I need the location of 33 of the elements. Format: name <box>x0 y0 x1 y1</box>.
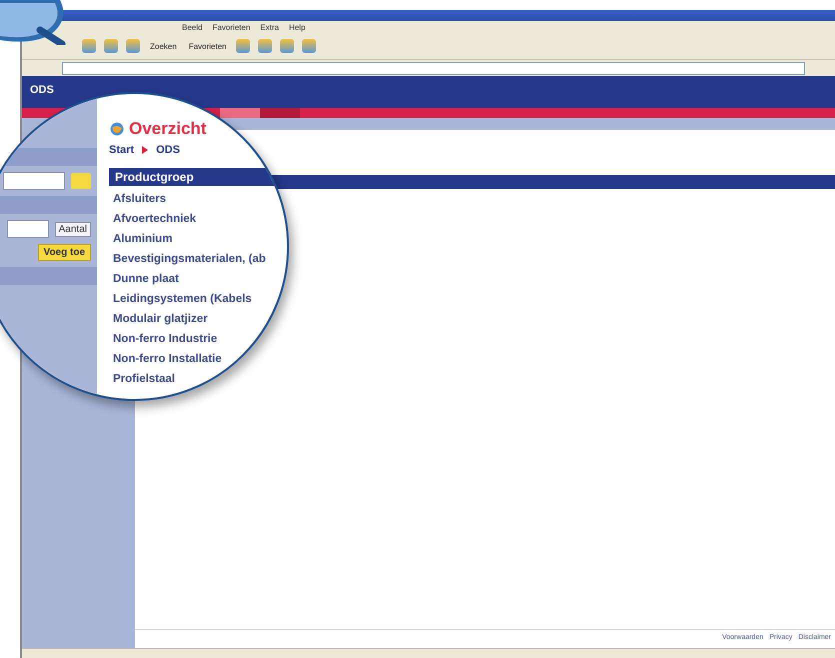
menu-item[interactable]: Favorieten <box>212 22 250 32</box>
toolbar-icon[interactable] <box>302 39 316 53</box>
menu-item[interactable]: Extra <box>260 22 279 32</box>
add-button[interactable]: Voeg toe <box>38 244 91 261</box>
search-field[interactable] <box>3 172 65 190</box>
quantity-field[interactable]: Aantal <box>54 222 91 236</box>
product-group-link[interactable]: Dunne plaat <box>109 269 287 289</box>
product-group-link[interactable]: Afsluiters <box>109 189 287 209</box>
page-title: Overzicht <box>129 119 206 139</box>
product-group-link[interactable]: Afvoertechniek <box>109 209 287 229</box>
toolbar-button[interactable]: Favorieten <box>186 42 228 50</box>
menu-item[interactable]: Help <box>288 22 306 32</box>
site-logo[interactable]: ODS <box>30 84 54 96</box>
toolbar-icon[interactable] <box>236 39 250 53</box>
product-group-link[interactable]: Profielstaal <box>109 369 287 389</box>
product-group-link[interactable]: Aluminium <box>109 229 287 249</box>
toolbar-icon[interactable] <box>104 39 118 53</box>
product-group-link[interactable]: Non-ferro Industrie <box>109 329 287 349</box>
toolbar-icon[interactable] <box>258 39 272 53</box>
breadcrumb-link[interactable]: Start <box>109 144 134 156</box>
product-group-link[interactable]: Bevestigingsmaterialen, (ab <box>109 249 287 269</box>
product-group-link[interactable]: Non-ferro Installatie <box>109 349 287 369</box>
toolbar-icon[interactable] <box>82 39 96 53</box>
toolbar-icon[interactable] <box>280 39 294 53</box>
address-field[interactable] <box>62 62 805 74</box>
input-field[interactable] <box>6 220 49 238</box>
breadcrumb-link[interactable]: ODS <box>156 144 180 156</box>
toolbar-button[interactable]: Zoeken <box>148 42 179 50</box>
toolbar-icon[interactable] <box>126 39 140 53</box>
globe-icon <box>109 121 125 137</box>
product-group-link[interactable]: Modulair glatjizer <box>109 309 287 329</box>
menu-item[interactable]: Beeld <box>182 22 202 32</box>
product-group-link[interactable]: Leidingsystemen (Kabels <box>109 289 287 309</box>
